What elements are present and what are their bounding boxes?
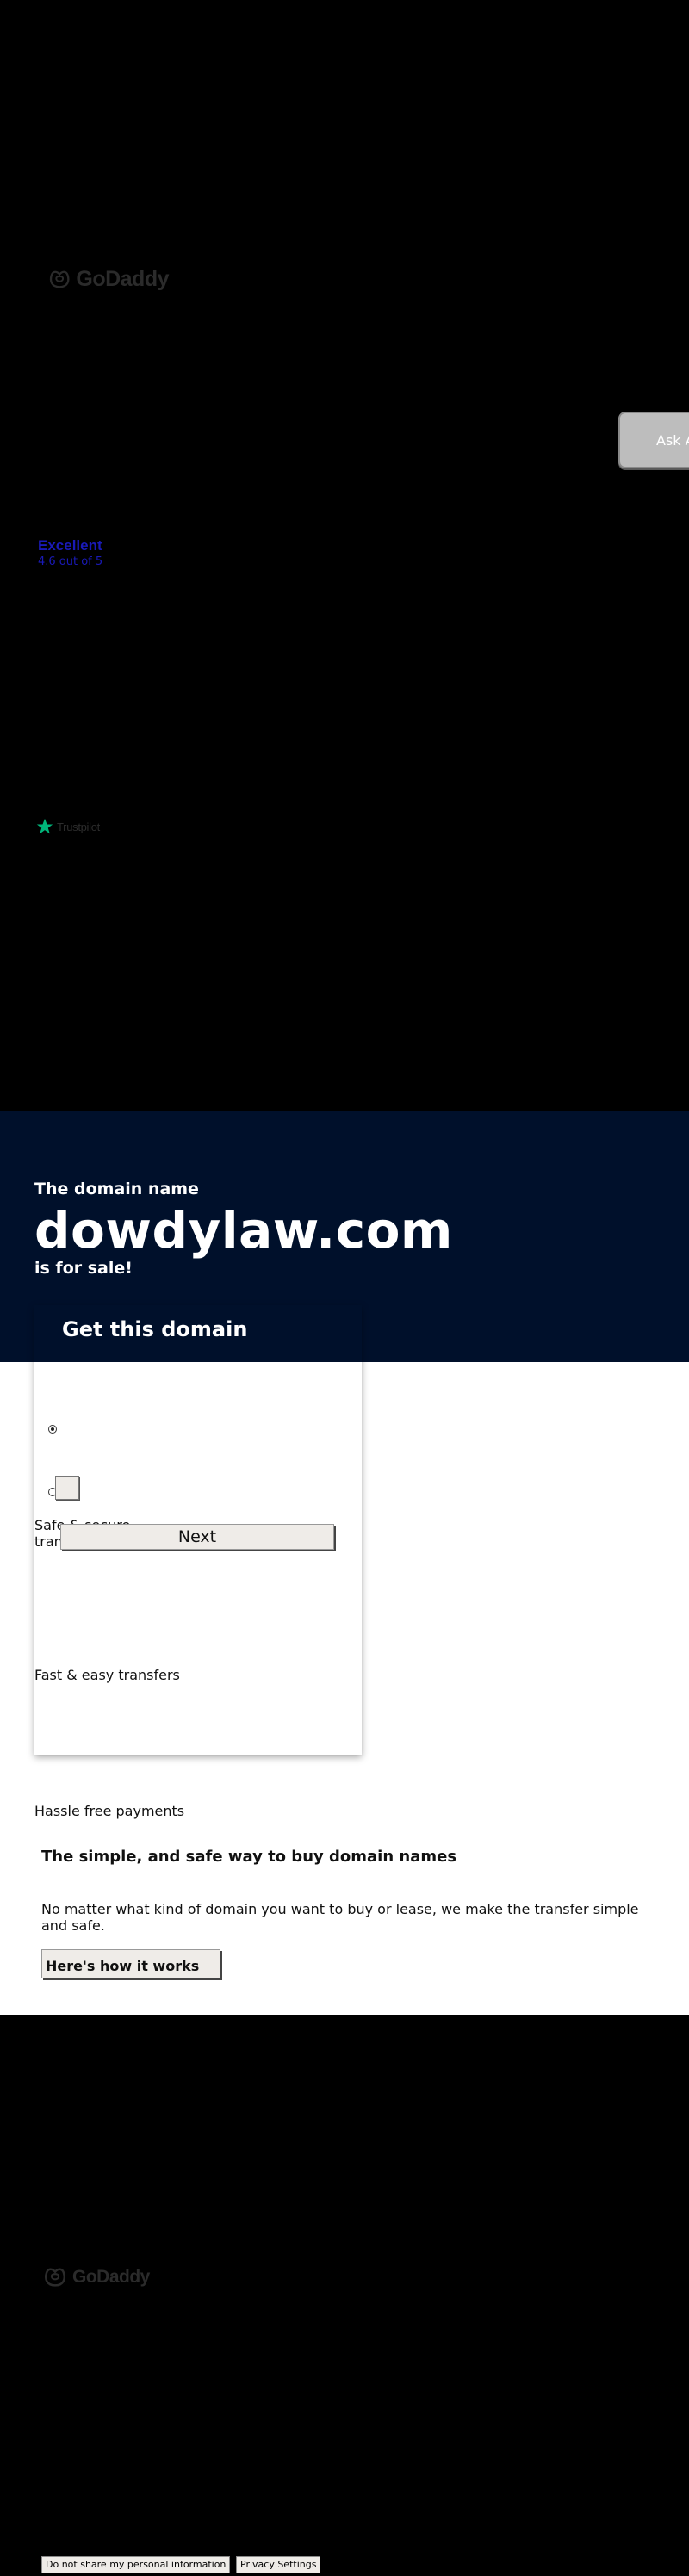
next-button[interactable]: Next	[60, 1524, 334, 1550]
hero-domain-name: dowdylaw.com	[34, 1201, 453, 1260]
hero-preheading: The domain name	[34, 1180, 199, 1198]
do-not-share-label: Do not share my personal information	[46, 2559, 227, 2570]
feature-fast-transfers: Fast & easy transfers	[34, 1667, 180, 1683]
godaddy-logo-icon	[44, 2268, 66, 2287]
info-description: No matter what kind of domain you want t…	[41, 1901, 639, 1934]
ask-chat-label: Ask A	[656, 431, 689, 449]
godaddy-logo[interactable]: GoDaddy	[48, 263, 169, 294]
trustpilot-logo[interactable]: Trustpilot	[36, 818, 100, 835]
hero-postheading: is for sale!	[34, 1259, 133, 1278]
ask-chat-button[interactable]: Ask A	[618, 412, 689, 468]
trustpilot-rating-word[interactable]: Excellent	[38, 537, 102, 554]
do-not-share-button[interactable]: Do not share my personal information	[41, 2556, 231, 2573]
trustpilot-logo-text: Trustpilot	[57, 820, 100, 833]
privacy-settings-label: Privacy Settings	[240, 2559, 317, 2570]
footer-godaddy-logo[interactable]: GoDaddy	[43, 2266, 150, 2288]
footer-logo-text: GoDaddy	[72, 2266, 150, 2287]
next-button-label: Next	[177, 1527, 217, 1546]
star-icon	[36, 818, 53, 834]
how-it-works-button[interactable]: Here's how it works	[41, 1949, 220, 1978]
feature-hassle-free: Hassle free payments	[34, 1803, 185, 1819]
godaddy-logo-text: GoDaddy	[76, 266, 169, 291]
godaddy-logo-icon	[49, 270, 70, 288]
how-it-works-label: Here's how it works	[46, 1958, 200, 1974]
purchase-option-radio-1[interactable]	[48, 1425, 57, 1434]
purchase-card-title: Get this domain	[62, 1317, 248, 1341]
info-title: The simple, and safe way to buy domain n…	[41, 1848, 457, 1866]
option-toggle-button[interactable]	[55, 1476, 79, 1500]
privacy-settings-button[interactable]: Privacy Settings	[236, 2556, 321, 2573]
trustpilot-rating-score[interactable]: 4.6 out of 5	[38, 555, 102, 568]
